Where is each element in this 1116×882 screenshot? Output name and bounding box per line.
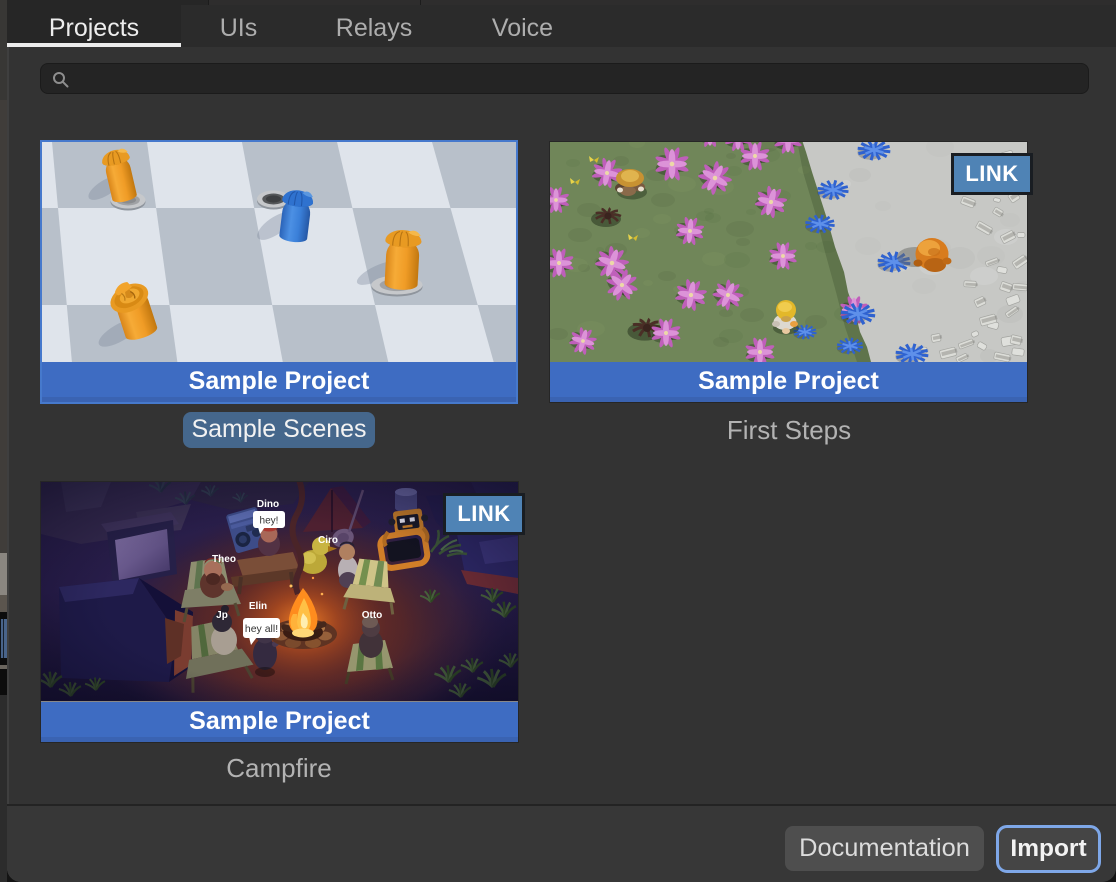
svg-text:Jp: Jp — [216, 610, 228, 621]
svg-text:hey all!: hey all! — [245, 623, 278, 635]
svg-text:Dino: Dino — [257, 499, 279, 510]
svg-text:Elin: Elin — [249, 601, 267, 612]
svg-text:Ciro: Ciro — [318, 535, 338, 546]
svg-text:Theo: Theo — [212, 554, 236, 565]
svg-text:hey!: hey! — [260, 516, 279, 527]
svg-text:Otto: Otto — [362, 610, 383, 621]
